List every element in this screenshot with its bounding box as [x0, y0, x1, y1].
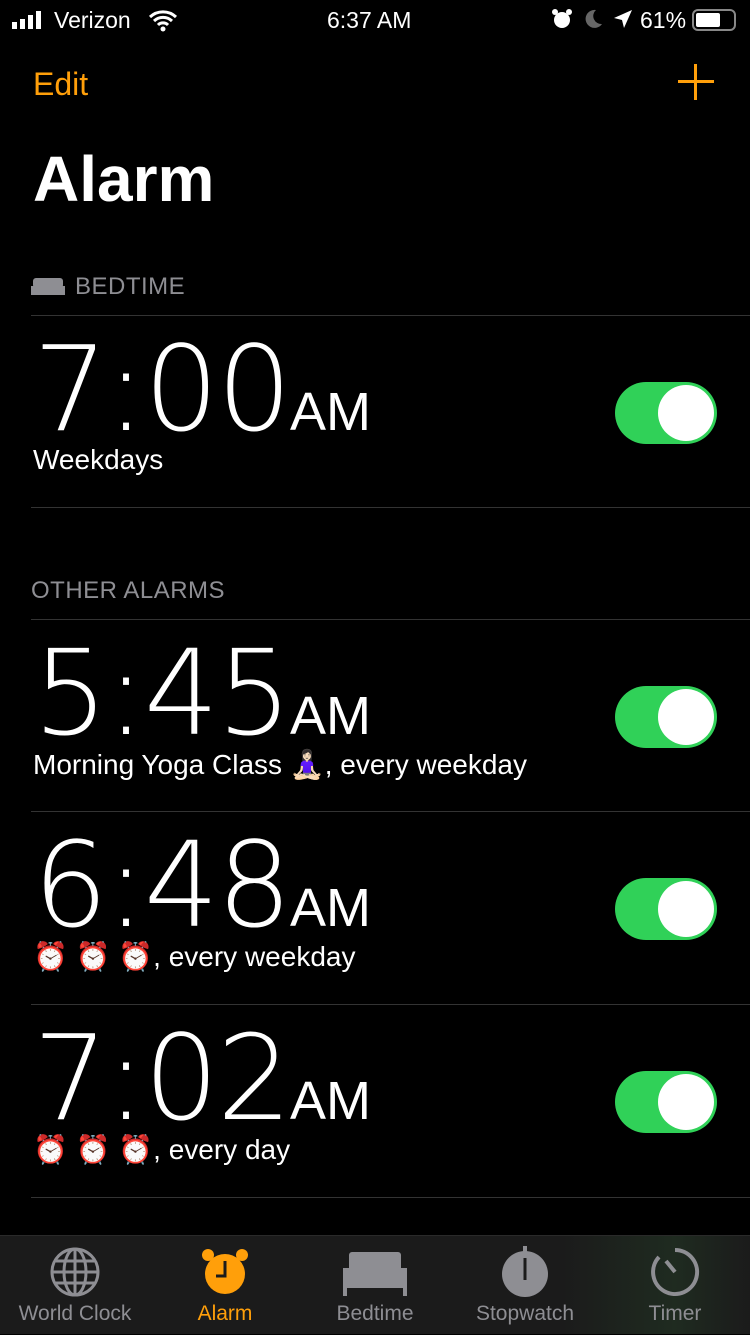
alarm-row[interactable]: 5:45AM Morning Yoga Class 🧘🏻‍♀️, every w…	[33, 620, 750, 812]
bed-section-icon	[31, 278, 65, 295]
alarm-label: Morning Yoga Class 🧘🏻‍♀️, every weekday	[33, 749, 528, 780]
alarm-ampm: AM	[289, 686, 371, 746]
tab-stopwatch[interactable]: Stopwatch	[450, 1236, 600, 1335]
battery-icon	[692, 9, 736, 31]
tab-bar: World Clock Alarm Bedtime Stopwatch Time…	[0, 1235, 750, 1334]
tab-world-clock[interactable]: World Clock	[0, 1236, 150, 1335]
divider	[31, 507, 750, 508]
bedtime-section-header: BEDTIME	[75, 273, 186, 300]
alarm-time-value: 6:48	[33, 816, 292, 954]
alarm-status-icon	[552, 9, 572, 28]
carrier: Verizon	[54, 7, 131, 33]
alarm-toggle[interactable]	[615, 382, 717, 444]
alarm-time-value: 7:02	[33, 1009, 292, 1147]
signal-icon	[12, 11, 41, 29]
tab-label: Timer	[648, 1302, 702, 1325]
divider	[31, 1197, 750, 1198]
wifi-icon	[148, 10, 178, 32]
battery-percent: 61%	[640, 7, 687, 33]
tab-label: World Clock	[18, 1302, 132, 1325]
tab-label: Bedtime	[336, 1302, 414, 1325]
stopwatch-icon	[502, 1246, 548, 1297]
tab-label: Stopwatch	[475, 1302, 575, 1325]
alarm-label: ⏰ ⏰ ⏰, every weekday	[33, 941, 356, 972]
alarm-time: 7:00AM	[33, 330, 371, 448]
bed-icon	[343, 1252, 407, 1296]
alarm-row[interactable]: 6:48AM ⏰ ⏰ ⏰, every weekday	[33, 812, 750, 1004]
bedtime-alarm-row[interactable]: 7:00AM Weekdays	[33, 316, 750, 508]
alarm-ampm: AM	[289, 382, 371, 442]
globe-icon	[50, 1247, 100, 1297]
alarm-time: 5:45AM	[33, 634, 371, 752]
timer-icon	[651, 1247, 700, 1296]
alarm-ampm: AM	[289, 878, 371, 938]
alarm-toggle[interactable]	[615, 1071, 717, 1133]
tab-label: Alarm	[197, 1302, 253, 1325]
other-alarms-header: OTHER ALARMS	[31, 577, 226, 604]
alarm-time-value: 7:00	[33, 320, 292, 458]
alarm-time: 7:02AM	[33, 1019, 371, 1137]
add-alarm-button[interactable]	[678, 64, 714, 100]
edit-button[interactable]: Edit	[33, 66, 88, 103]
alarm-label: ⏰ ⏰ ⏰, every day	[33, 1134, 291, 1165]
alarm-label: Weekdays	[33, 444, 164, 475]
tab-bedtime[interactable]: Bedtime	[300, 1236, 450, 1335]
alarm-time: 6:48AM	[33, 826, 371, 944]
alarm-row[interactable]: 7:02AM ⏰ ⏰ ⏰, every day	[33, 1005, 750, 1197]
alarm-ampm: AM	[289, 1071, 371, 1131]
tab-timer[interactable]: Timer	[600, 1236, 750, 1335]
alarm-toggle[interactable]	[615, 686, 717, 748]
alarm-toggle[interactable]	[615, 878, 717, 940]
page-title: Alarm	[33, 143, 215, 215]
status-time: 6:37 AM	[327, 7, 412, 33]
moon-icon	[585, 9, 602, 28]
tab-alarm[interactable]: Alarm	[150, 1236, 300, 1335]
location-icon	[614, 10, 632, 28]
status-bar: Verizon 6:37 AM 61%	[0, 0, 750, 40]
alarm-time-value: 5:45	[33, 624, 292, 762]
alarm-clock-icon	[202, 1249, 248, 1294]
